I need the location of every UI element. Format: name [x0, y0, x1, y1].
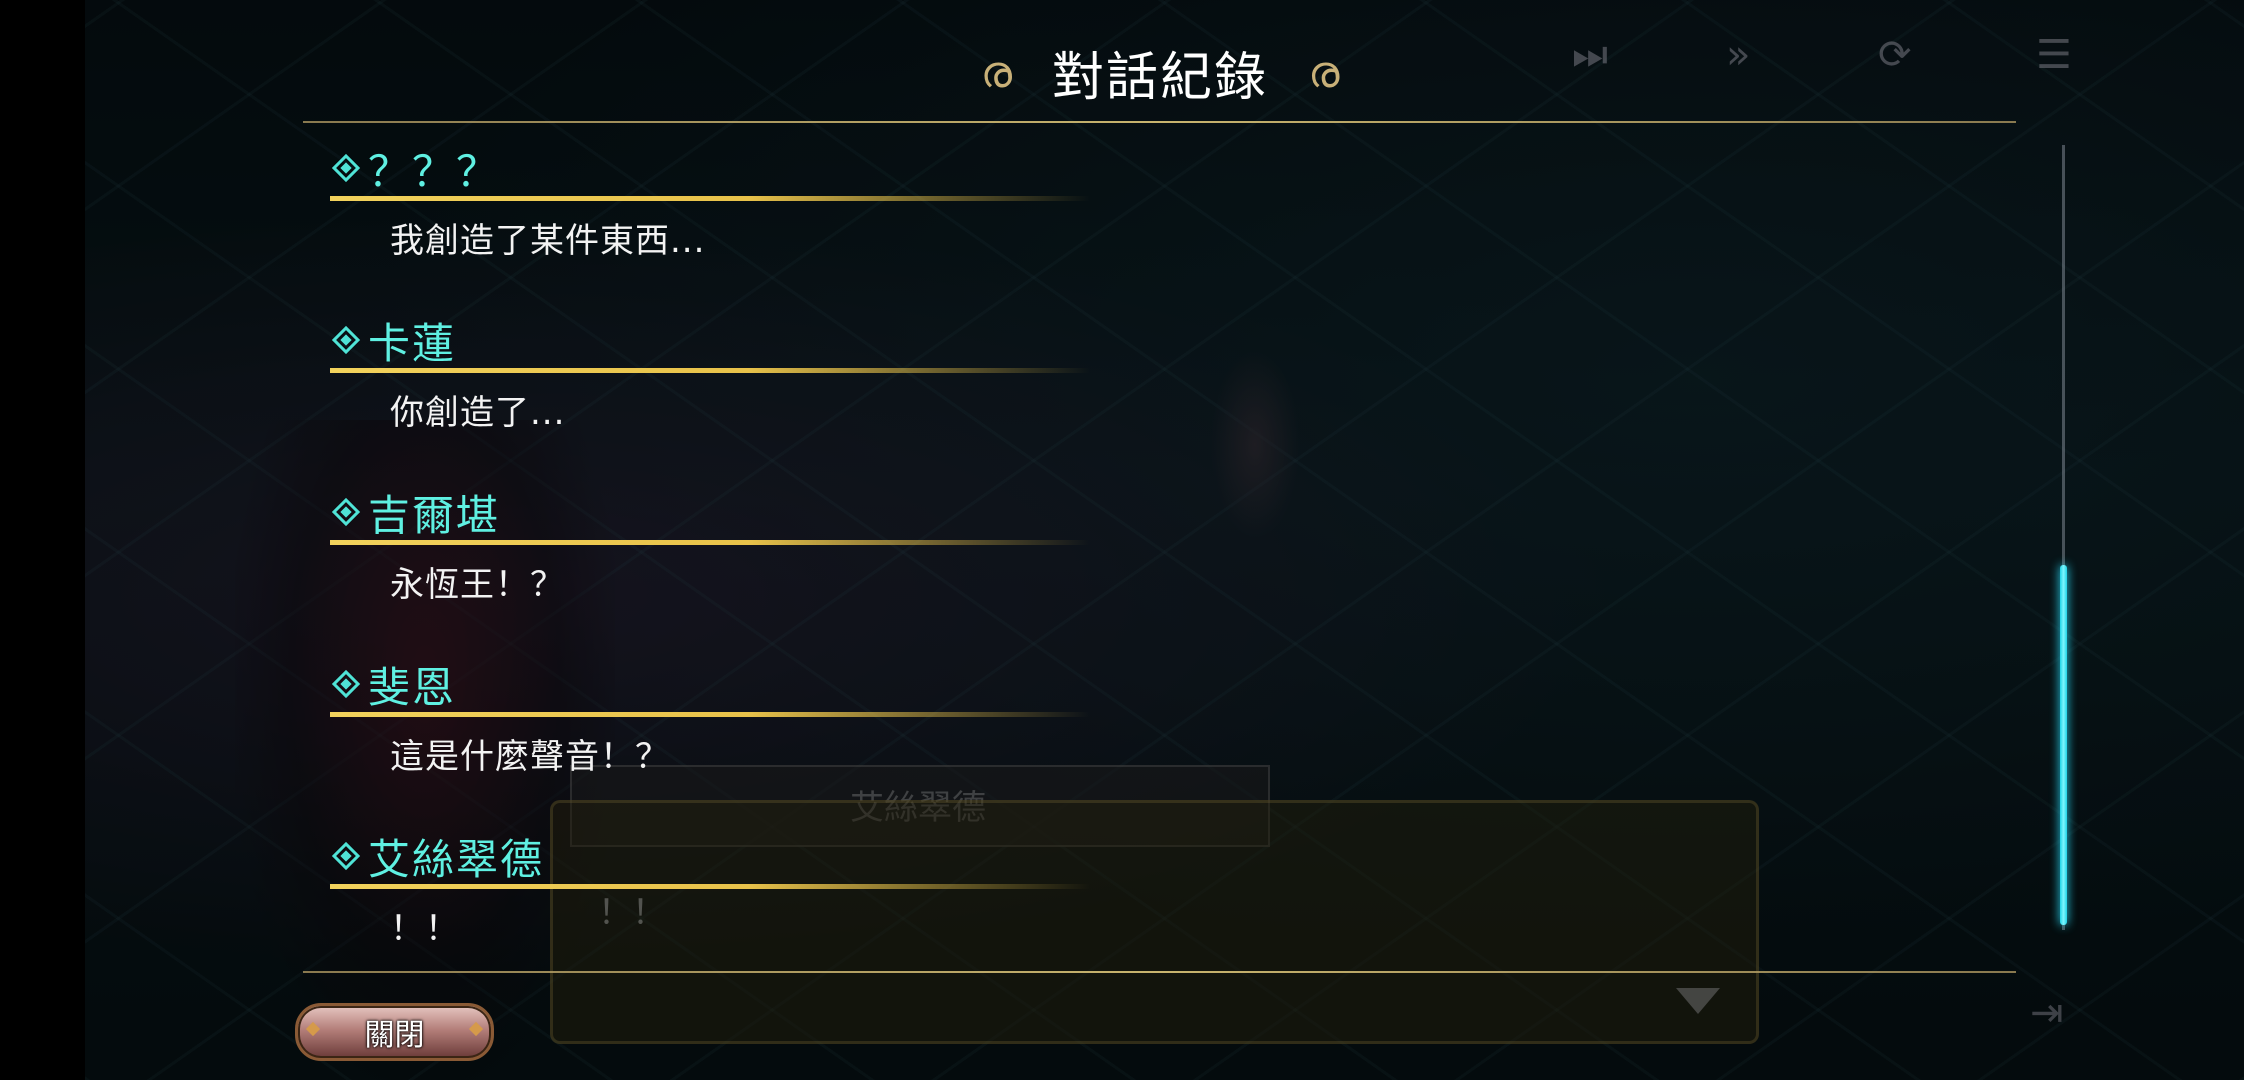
log-header: ര 對話紀錄 ര [960, 32, 1360, 112]
skip-end-icon: ⇥ [2030, 990, 2064, 1036]
fast-forward-end-icon: ⏭ [1572, 32, 1608, 78]
speaker-name: ？？？ [368, 146, 501, 196]
dialog-line: 你創造了... [390, 393, 566, 433]
log-entry: ？？？ 我創造了某件東西... [330, 142, 1090, 262]
log-entry: 卡蓮 你創造了... [330, 314, 1090, 434]
log-entry: 艾絲翠德 ！！ [330, 830, 1090, 950]
log-entry: 吉爾堪 永恆王！？ [330, 486, 1090, 606]
auto-play-icon: ⟳ [1878, 32, 1912, 78]
bottom-divider [303, 971, 2016, 973]
diamond-bullet-icon [331, 841, 361, 871]
speaker-name: 斐恩 [368, 662, 457, 712]
scrollbar-thumb[interactable] [2060, 565, 2067, 925]
top-divider [303, 121, 2016, 123]
diamond-bullet-icon [331, 669, 361, 699]
log-title: 對話紀錄 [1051, 47, 1268, 108]
dialog-line: ！！ [390, 909, 460, 949]
close-button-label: 關閉 [364, 1018, 425, 1053]
speaker-name: 吉爾堪 [368, 490, 501, 540]
log-entry: 斐恩 這是什麼聲音！？ [330, 658, 1090, 778]
diamond-bullet-icon [331, 153, 361, 183]
dialog-line: 我創造了某件東西... [390, 221, 706, 261]
diamond-bullet-icon [331, 325, 361, 355]
fast-forward-icon: » [1726, 32, 1751, 78]
next-arrow-icon [1676, 988, 1720, 1014]
dialog-line: 這是什麼聲音！？ [390, 737, 670, 777]
speaker-name: 卡蓮 [368, 318, 457, 368]
log-icon: ☰ [2036, 32, 2072, 78]
flourish-left-icon: ര [980, 46, 1012, 98]
flourish-right-icon: ര [1308, 46, 1340, 98]
dialog-line: 永恆王！？ [390, 565, 565, 605]
speaker-name: 艾絲翠德 [368, 834, 545, 884]
close-button[interactable]: 關閉 [295, 1003, 494, 1061]
diamond-bullet-icon [331, 497, 361, 527]
